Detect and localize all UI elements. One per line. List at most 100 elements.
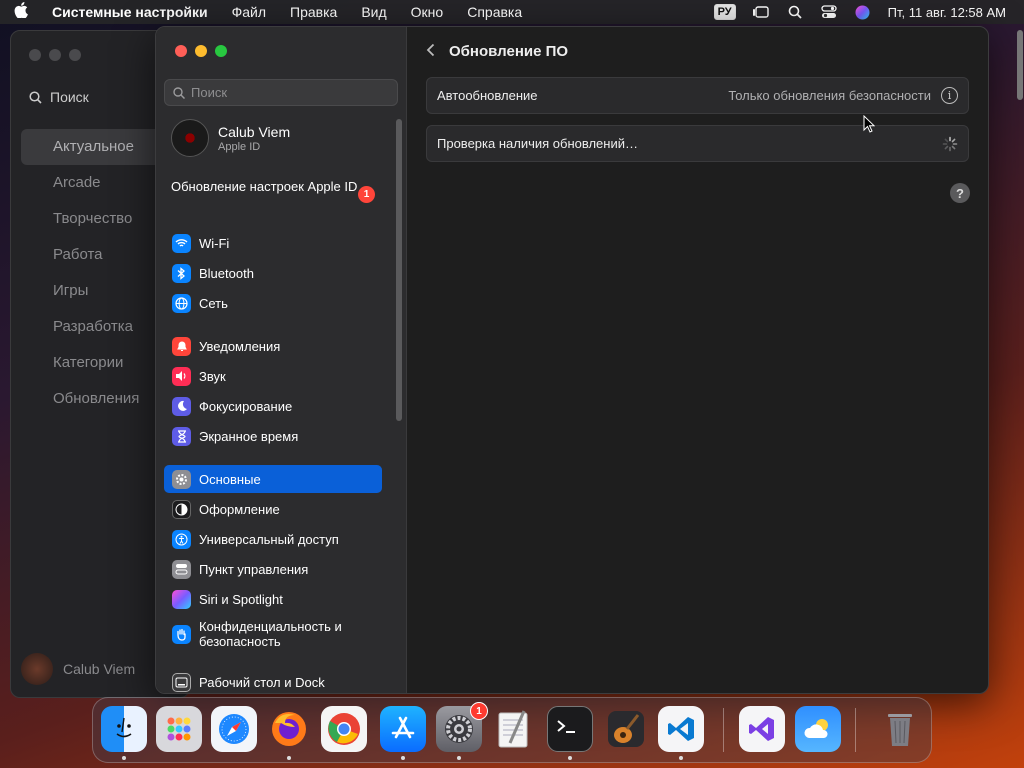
sidebar-item-bluetooth[interactable]: Bluetooth xyxy=(164,259,382,287)
menu-edit[interactable]: Правка xyxy=(278,4,349,20)
sidebar-item-siri-spotlight[interactable]: Siri и Spotlight xyxy=(164,585,382,613)
running-indicator xyxy=(122,756,126,760)
chrome-icon[interactable] xyxy=(321,706,367,752)
weather-icon[interactable] xyxy=(795,706,841,752)
menu-clock[interactable]: Пт, 11 авг. 12:58 AM xyxy=(888,5,1006,20)
app-store-icon[interactable] xyxy=(380,706,426,752)
sidebar-item-general[interactable]: Основные xyxy=(164,465,382,493)
stage-manager-icon[interactable] xyxy=(752,4,770,20)
sidebar: Calub Viem Apple ID Обновление настроек … xyxy=(156,27,407,693)
sidebar-item-appearance[interactable]: Оформление xyxy=(164,495,382,523)
sidebar-item-wifi[interactable]: Wi-Fi xyxy=(164,229,382,257)
sidebar-item-control-center[interactable]: Пункт управления xyxy=(164,555,382,583)
textedit-icon[interactable] xyxy=(491,706,537,752)
auto-update-value: Только обновления безопасности xyxy=(728,88,931,103)
safari-icon[interactable] xyxy=(211,706,257,752)
sidebar-item-label: Звук xyxy=(199,368,226,384)
sidebar-item-label: Оформление xyxy=(199,501,280,517)
sidebar-item-screen-time[interactable]: Экранное время xyxy=(164,422,382,450)
menu-view[interactable]: Вид xyxy=(349,4,398,20)
sidebar-item-label: Экранное время xyxy=(199,428,299,444)
running-indicator xyxy=(568,756,572,760)
sidebar-item-privacy-security[interactable]: Конфиденциальность и безопасность xyxy=(164,615,382,653)
info-icon[interactable]: i xyxy=(941,87,958,104)
sidebar-item-label: Wi-Fi xyxy=(199,235,230,251)
wifi-icon xyxy=(172,233,191,253)
background-window-controls xyxy=(29,49,81,61)
control-center-icon xyxy=(172,559,191,579)
menu-window[interactable]: Окно xyxy=(399,4,456,20)
close-button[interactable] xyxy=(175,45,187,57)
search-input[interactable] xyxy=(191,85,391,100)
vscode-icon[interactable] xyxy=(658,706,704,752)
desktop-scrollbar xyxy=(1017,30,1023,100)
moon-icon xyxy=(172,396,191,416)
sidebar-item-label: Пункт управления xyxy=(199,561,309,577)
finder-icon[interactable] xyxy=(101,706,147,752)
notification-badge: 1 xyxy=(358,186,375,203)
running-indicator xyxy=(401,756,405,760)
sidebar-item-label: Рабочий стол и Dock xyxy=(199,674,325,690)
dock-separator xyxy=(723,708,724,752)
sidebar-item-sound[interactable]: Звук xyxy=(164,362,382,390)
check-updates-row: Проверка наличия обновлений… xyxy=(426,125,969,162)
siri-icon[interactable] xyxy=(854,4,872,20)
bell-icon xyxy=(172,336,191,356)
background-user[interactable]: Calub Viem xyxy=(21,653,135,685)
sidebar-item-label: Bluetooth xyxy=(199,265,254,281)
content-pane: Обновление ПО Автообновление Только обно… xyxy=(408,27,988,693)
zoom-button[interactable] xyxy=(215,45,227,57)
background-user-name: Calub Viem xyxy=(63,661,136,677)
sidebar-item-network[interactable]: Сеть xyxy=(164,289,382,317)
sidebar-item-label: Siri и Spotlight xyxy=(199,591,283,607)
content-header: Обновление ПО xyxy=(426,41,568,62)
visual-studio-icon[interactable] xyxy=(739,706,785,752)
window-controls xyxy=(175,45,227,57)
sidebar-item-focus[interactable]: Фокусирование xyxy=(164,392,382,420)
notification-badge: 1 xyxy=(470,702,488,720)
sidebar-item-notifications[interactable]: Уведомления xyxy=(164,332,382,360)
control-center-icon[interactable] xyxy=(820,4,838,20)
hourglass-icon xyxy=(172,426,191,446)
bluetooth-icon xyxy=(172,263,191,283)
menu-bar: Системные настройки Файл Правка Вид Окно… xyxy=(0,0,1024,24)
apple-id-update-notice[interactable]: Обновление настроек Apple ID xyxy=(171,179,371,195)
speaker-icon xyxy=(172,366,191,386)
search-icon xyxy=(29,90,42,104)
mouse-cursor-icon xyxy=(863,115,875,133)
back-chevron-icon[interactable] xyxy=(426,41,435,62)
menu-file[interactable]: Файл xyxy=(220,4,278,20)
minimize-button[interactable] xyxy=(195,45,207,57)
launchpad-icon[interactable] xyxy=(156,706,202,752)
sidebar-item-accessibility[interactable]: Универсальный доступ xyxy=(164,525,382,553)
spotlight-search-icon[interactable] xyxy=(786,4,804,20)
globe-icon xyxy=(172,293,191,313)
running-indicator xyxy=(679,756,683,760)
sidebar-item-label: Уведомления xyxy=(199,338,281,354)
trash-icon[interactable] xyxy=(877,706,923,752)
help-button[interactable]: ? xyxy=(950,183,970,203)
sidebar-item-desktop-dock[interactable]: Рабочий стол и Dock xyxy=(164,668,382,693)
running-indicator xyxy=(287,756,291,760)
terminal-icon[interactable] xyxy=(547,706,593,752)
apple-id-account[interactable]: Calub Viem Apple ID xyxy=(171,119,290,157)
sidebar-scrollbar[interactable] xyxy=(396,119,402,421)
auto-update-row[interactable]: Автообновление Только обновления безопас… xyxy=(426,77,969,114)
siri-icon xyxy=(172,589,191,609)
account-name: Calub Viem xyxy=(218,123,291,140)
firefox-icon[interactable] xyxy=(266,706,312,752)
avatar xyxy=(21,653,53,685)
background-search-label: Поиск xyxy=(50,89,89,105)
account-subtitle: Apple ID xyxy=(218,140,261,153)
sidebar-item-label: Конфиденциальность и безопасность xyxy=(199,619,342,649)
system-settings-window: Calub Viem Apple ID Обновление настроек … xyxy=(155,26,989,694)
apple-menu-icon[interactable] xyxy=(14,2,40,22)
gear-icon xyxy=(172,469,191,489)
garageband-icon[interactable] xyxy=(603,706,649,752)
menu-app-name[interactable]: Системные настройки xyxy=(40,4,220,20)
input-language-indicator[interactable]: РУ xyxy=(713,4,736,20)
check-updates-label: Проверка наличия обновлений… xyxy=(437,136,638,151)
page-title: Обновление ПО xyxy=(449,43,569,60)
menu-help[interactable]: Справка xyxy=(455,4,534,20)
running-indicator xyxy=(457,756,461,760)
